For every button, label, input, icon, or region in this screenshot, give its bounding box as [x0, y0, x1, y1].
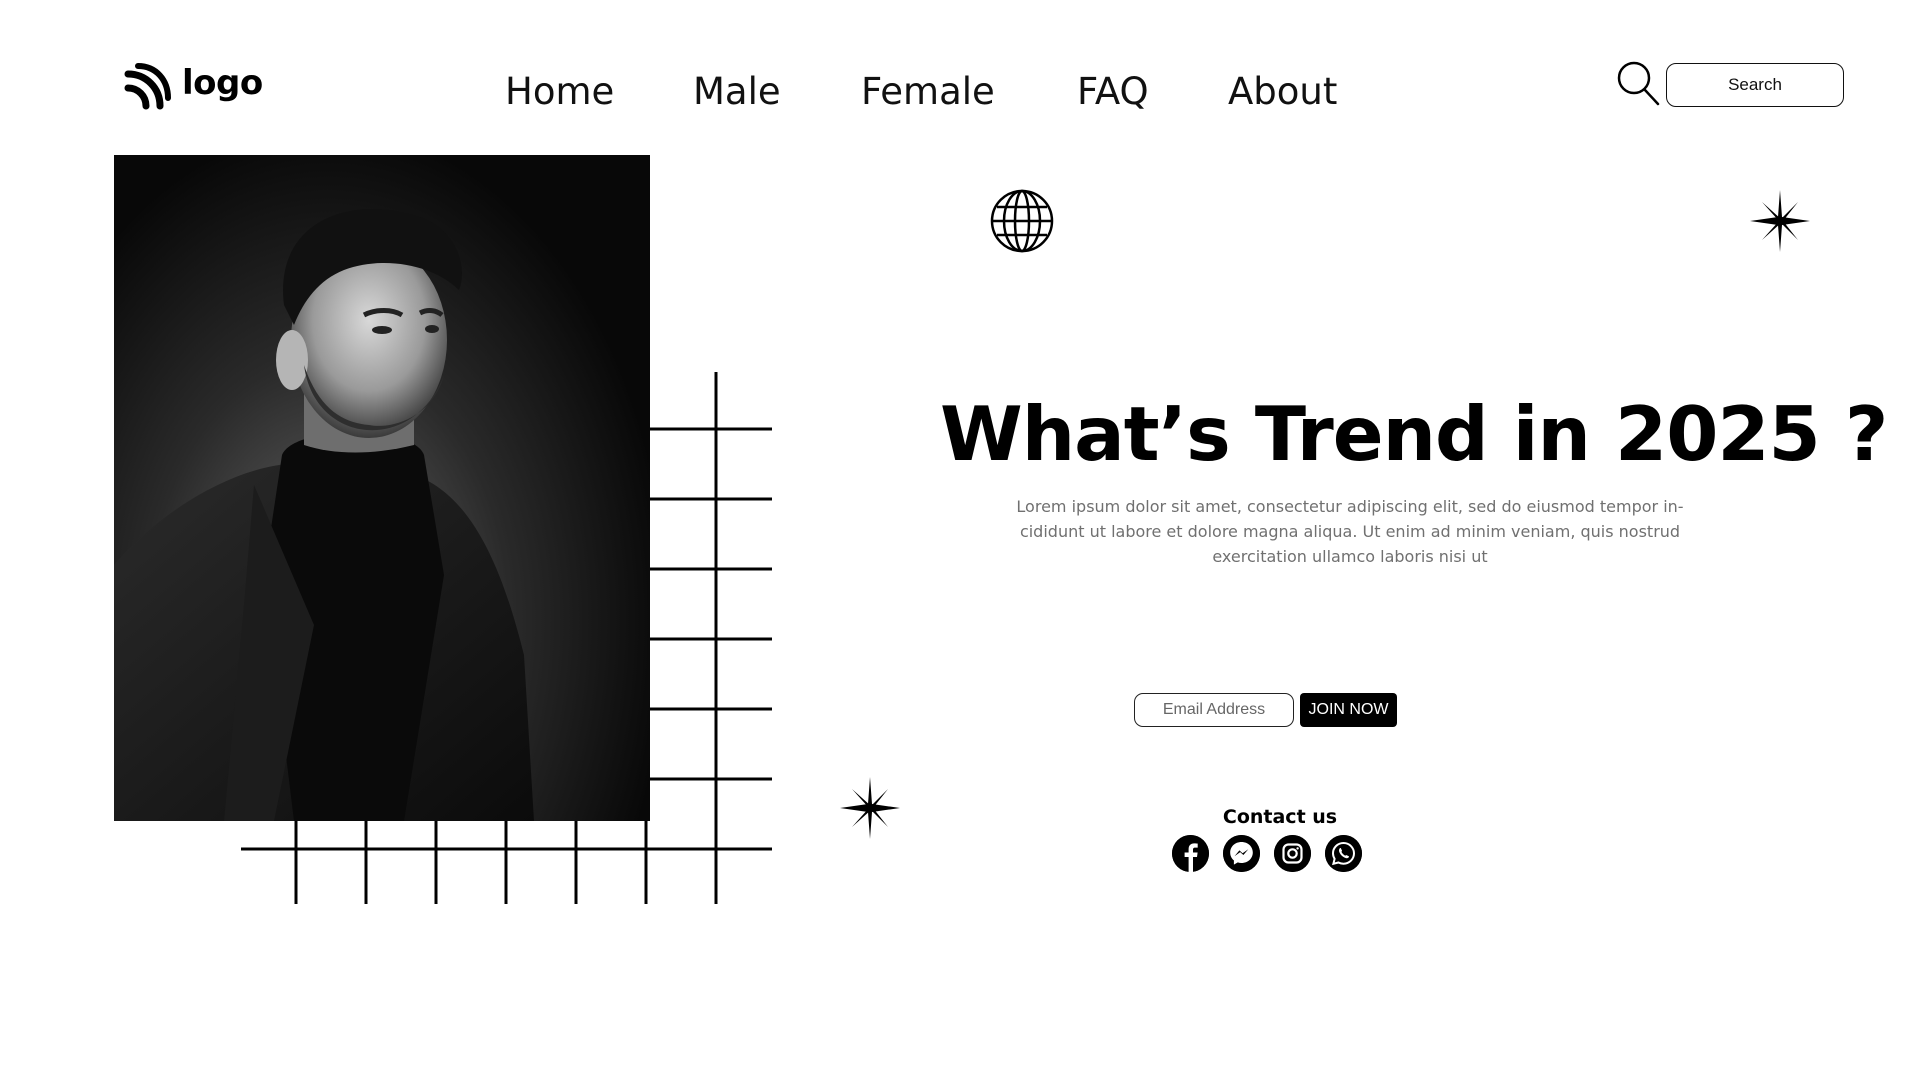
logo-text: logo [182, 63, 263, 103]
search-icon[interactable] [1616, 60, 1662, 108]
social-links [1172, 835, 1362, 872]
instagram-icon[interactable] [1274, 835, 1311, 872]
hero-description: Lorem ipsum dolor sit amet, consectetur … [1016, 497, 1684, 566]
logo-icon [124, 63, 171, 110]
sparkle-icon [840, 777, 900, 839]
nav-faq[interactable]: FAQ [1077, 64, 1149, 120]
nav-male[interactable]: Male [693, 64, 781, 120]
logo[interactable]: logo [124, 62, 263, 110]
hero-title: What’s Trend in 2025 ? [940, 390, 1888, 478]
messenger-icon[interactable] [1223, 835, 1260, 872]
nav-about[interactable]: About [1228, 64, 1337, 120]
join-now-button[interactable]: JOIN NOW [1300, 693, 1397, 727]
hero-portrait [114, 155, 650, 821]
email-field[interactable] [1134, 693, 1294, 727]
whatsapp-icon[interactable] [1325, 835, 1362, 872]
landing-page: logo Home Male Female FAQ About Search W… [0, 0, 1920, 1080]
sparkle-icon [1750, 190, 1810, 252]
nav-female[interactable]: Female [861, 64, 995, 120]
contact-title: Contact us [1222, 806, 1338, 828]
facebook-icon[interactable] [1172, 835, 1209, 872]
globe-icon [990, 189, 1054, 253]
nav-home[interactable]: Home [505, 64, 614, 120]
search-input[interactable] [1666, 63, 1844, 107]
